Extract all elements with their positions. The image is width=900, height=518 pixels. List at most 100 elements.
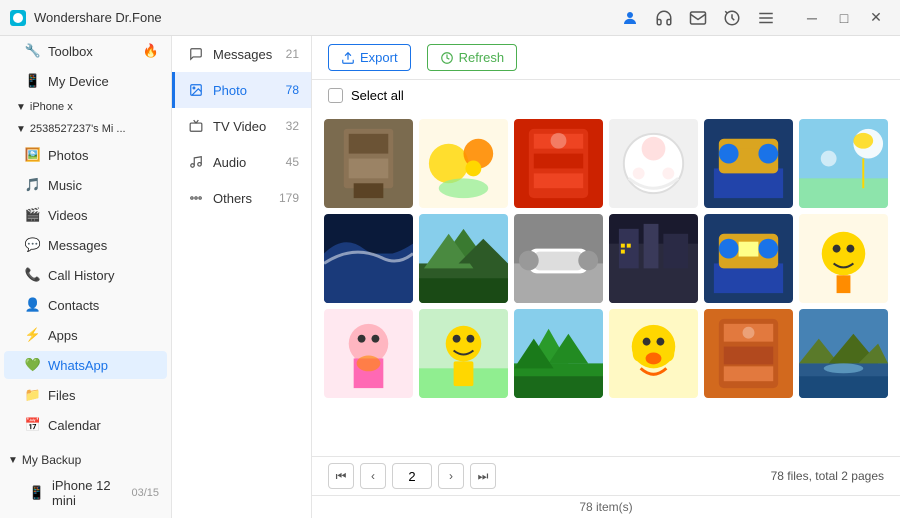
sidebar-item-toolbox[interactable]: 🔧 Toolbox 🔥 [4,37,167,65]
toolbox-icon: 🔧 [24,42,42,60]
iphone12-icon: 📱 [28,484,46,502]
media-item-photo[interactable]: Photo 78 [172,72,311,108]
media-others-label: Others [213,191,252,206]
mail-icon[interactable] [684,4,712,32]
contacts-label: Contacts [48,298,99,313]
sidebar-item-messages[interactable]: 💬 Messages [4,231,167,259]
photo-thumb-11[interactable] [704,214,793,303]
photo-thumb-10[interactable] [609,214,698,303]
sidebar-item-iphone12mini[interactable]: 📱 iPhone 12 mini 03/15 [4,473,167,513]
page-prev-button[interactable]: ‹ [360,463,386,489]
media-messages-label: Messages [213,47,272,62]
photo-image-17 [704,309,793,398]
contacts-icon: 👤 [24,296,42,314]
photo-image-5 [704,119,793,208]
photo-image-13 [324,309,413,398]
title-bar: Wondershare Dr.Fone ─ □ ✕ [0,0,900,36]
media-audio-label: Audio [213,155,246,170]
sidebar-item-apps[interactable]: ⚡ Apps [4,321,167,349]
mydevice-label: My Device [48,74,109,89]
caret-mi: ▼ [16,124,26,135]
apps-icon: ⚡ [24,326,42,344]
media-item-audio[interactable]: Audio 45 [172,144,311,180]
item-count-label: 78 item(s) [579,500,632,514]
history-icon[interactable] [718,4,746,32]
sidebar-item-music[interactable]: 🎵 Music [4,171,167,199]
sidebar-item-whatsapp[interactable]: 💚 WhatsApp [4,351,167,379]
media-item-others[interactable]: Others 179 [172,180,311,216]
export-button[interactable]: Export [328,44,411,71]
media-item-messages[interactable]: Messages 21 [172,36,311,72]
minimize-button[interactable]: ─ [798,4,826,32]
item-count: 78 item(s) [312,495,900,518]
maximize-button[interactable]: □ [830,4,858,32]
photo-thumb-8[interactable] [419,214,508,303]
files-label: Files [48,388,75,403]
photo-thumb-9[interactable] [514,214,603,303]
sidebar: 🔧 Toolbox 🔥 📱 My Device ▼ iPhone x ▼ 253… [0,36,172,518]
page-next-button[interactable]: › [438,463,464,489]
sidebar-item-mydevice[interactable]: 📱 My Device [4,67,167,95]
flame-icon: 🔥 [143,43,159,59]
refresh-button[interactable]: Refresh [427,44,518,71]
photo-thumb-6[interactable] [799,119,888,208]
headset-icon[interactable] [650,4,678,32]
title-bar-icons [616,4,780,32]
toolbox-label: Toolbox [48,44,93,59]
photo-thumb-4[interactable] [609,119,698,208]
photo-thumb-17[interactable] [704,309,793,398]
photo-image-9 [514,214,603,303]
photo-thumb-12[interactable] [799,214,888,303]
sidebar-item-contacts[interactable]: 👤 Contacts [4,291,167,319]
close-button[interactable]: ✕ [862,4,890,32]
media-audio-icon [187,153,205,171]
photo-thumb-5[interactable] [704,119,793,208]
media-audio-count: 45 [286,155,299,169]
photo-image-14 [419,309,508,398]
sidebar-item-files[interactable]: 📁 Files [4,381,167,409]
photo-image-15 [514,309,603,398]
main-layout: 🔧 Toolbox 🔥 📱 My Device ▼ iPhone x ▼ 253… [0,36,900,518]
photo-image-10 [609,214,698,303]
sidebar-item-callhistory[interactable]: 📞 Call History [4,261,167,289]
page-first-button[interactable]: ⏮ [328,463,354,489]
media-photo-label: Photo [213,83,247,98]
page-number-input[interactable]: 2 [392,463,432,489]
content-toolbar: Export Refresh [312,36,900,80]
photo-thumb-15[interactable] [514,309,603,398]
photo-thumb-1[interactable] [324,119,413,208]
page-last-button[interactable]: ⏭ [470,463,496,489]
photo-thumb-18[interactable] [799,309,888,398]
export-label: Export [360,50,398,65]
photo-image-16 [609,309,698,398]
caret-backup: ▼ [8,455,18,466]
videos-icon: 🎬 [24,206,42,224]
callhistory-label: Call History [48,268,114,283]
app-logo [10,10,26,26]
photo-image-18 [799,309,888,398]
media-tvvideo-count: 32 [286,119,299,133]
checkbox-mark [331,91,341,101]
videos-label: Videos [48,208,88,223]
select-all-label: Select all [351,88,404,103]
apps-label: Apps [48,328,78,343]
sidebar-item-calendar[interactable]: 📅 Calendar [4,411,167,439]
photo-thumb-3[interactable] [514,119,603,208]
backup-section-header[interactable]: ▼ My Backup [0,448,171,472]
media-item-tvvideo[interactable]: TV Video 32 [172,108,311,144]
media-panel: Messages 21 Photo 78 TV Video 32 Audio 4… [172,36,312,518]
user-icon[interactable] [616,4,644,32]
sidebar-item-videos[interactable]: 🎬 Videos [4,201,167,229]
photo-thumb-7[interactable] [324,214,413,303]
photo-thumb-2[interactable] [419,119,508,208]
media-messages-icon [187,45,205,63]
photo-thumb-16[interactable] [609,309,698,398]
mi-device-header[interactable]: ▼ 2538527237's Mi ... [0,118,171,140]
sidebar-item-photos[interactable]: 🖼️ Photos [4,141,167,169]
photo-thumb-13[interactable] [324,309,413,398]
photo-thumb-14[interactable] [419,309,508,398]
files-icon: 📁 [24,386,42,404]
select-all-checkbox[interactable] [328,88,343,103]
iphone-x-header[interactable]: ▼ iPhone x [0,96,171,118]
menu-icon[interactable] [752,4,780,32]
